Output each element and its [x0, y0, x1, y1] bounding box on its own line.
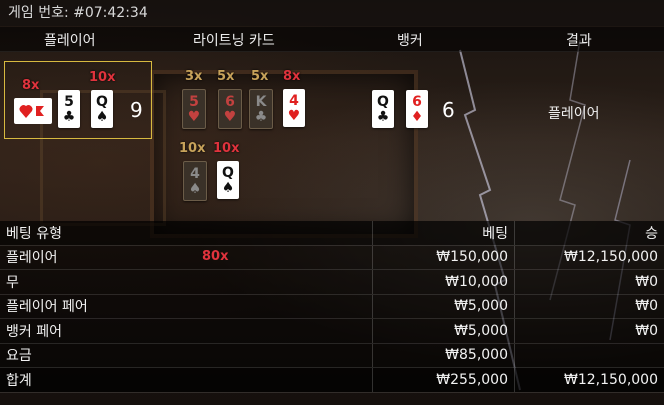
lightning-card-6: Q ♠: [217, 161, 239, 199]
row-bet: ₩5,000: [372, 318, 515, 344]
total-label: 합계: [0, 367, 373, 393]
column-player: 플레이어: [44, 33, 96, 49]
player-card-2-suit: ♣: [62, 108, 76, 125]
player-card-1: [14, 98, 52, 124]
table-row: 무 ₩10,000 ₩0: [0, 269, 664, 295]
row-win: ₩0: [514, 318, 664, 344]
lightning-card-3-multiplier: 5x: [251, 69, 269, 84]
lightning-card-2-rank: 6: [225, 93, 235, 110]
row-type: 플레이어: [0, 245, 373, 270]
column-banker: 뱅커: [397, 33, 423, 49]
table-row: 요금 ₩85,000: [0, 343, 664, 368]
table-row: 플레이어 페어 ₩5,000 ₩0: [0, 294, 664, 319]
heart-icon: [19, 105, 44, 118]
player-card-3: Q ♠: [91, 90, 113, 128]
lightning-card-3: K ♣: [249, 89, 273, 129]
lightning-card-3-suit: ♣: [254, 108, 268, 125]
banker-card-2-suit: ♦: [410, 108, 424, 125]
banker-score: 6: [442, 98, 455, 122]
table-row: 뱅커 페어 ₩5,000 ₩0: [0, 318, 664, 344]
row-bet: ₩150,000: [372, 245, 515, 270]
lightning-card-1: 5 ♥: [182, 89, 206, 129]
banker-card-2-rank: 6: [412, 93, 422, 110]
column-lightning-cards: 라이트닝 카드: [193, 33, 275, 49]
game-number: 게임 번호: #07:42:34: [8, 5, 148, 21]
row-bet: ₩10,000: [372, 269, 515, 295]
lightning-card-1-suit: ♥: [187, 108, 201, 125]
player-card-2-rank: 5: [64, 93, 74, 110]
player-card-3-multiplier: 10x: [89, 70, 116, 85]
player-card-2: 5 ♣: [58, 90, 80, 128]
banker-card-1-suit: ♣: [376, 108, 390, 125]
lightning-card-4-multiplier: 8x: [283, 69, 301, 84]
row-bet: ₩5,000: [372, 294, 515, 319]
row-win: ₩12,150,000: [514, 245, 664, 270]
row-win: [514, 343, 664, 368]
lightning-card-5-rank: 4: [190, 165, 200, 182]
lightning-card-5: 4 ♠: [183, 161, 207, 201]
header-bet: 베팅: [372, 221, 515, 246]
lightning-card-2: 6 ♥: [218, 89, 242, 129]
result-winner: 플레이어: [548, 106, 600, 122]
banker-card-2: 6 ♦: [406, 90, 428, 128]
lightning-card-3-rank: K: [255, 93, 267, 110]
table-row: 플레이어 ₩150,000 ₩12,150,000: [0, 245, 664, 270]
lightning-card-4: 4 ♥: [283, 89, 305, 127]
lightning-card-6-rank: Q: [222, 164, 234, 181]
bets-table: 베팅 유형 베팅 승 플레이어 ₩150,000 ₩12,150,000 무 ₩…: [0, 221, 664, 393]
lightning-card-4-rank: 4: [289, 92, 299, 109]
total-win: ₩12,150,000: [514, 367, 664, 393]
column-result: 결과: [566, 33, 592, 49]
header-bet-type: 베팅 유형: [0, 221, 373, 246]
top-bar: 게임 번호: #07:42:34: [0, 0, 664, 26]
player-card-3-suit: ♠: [95, 108, 109, 125]
banker-card-1-rank: Q: [377, 93, 389, 110]
player-card-3-rank: Q: [96, 93, 108, 110]
row-type: 뱅커 페어: [0, 318, 373, 344]
row-win: ₩0: [514, 294, 664, 319]
header-win: 승: [514, 221, 664, 246]
total-bet: ₩255,000: [372, 367, 515, 393]
banker-card-1: Q ♣: [372, 90, 394, 128]
row-win: ₩0: [514, 269, 664, 295]
lightning-card-5-multiplier: 10x: [179, 141, 206, 156]
lightning-card-2-multiplier: 5x: [217, 69, 235, 84]
player-score: 9: [130, 98, 143, 122]
lightning-card-1-rank: 5: [189, 93, 199, 110]
row-type: 요금: [0, 343, 373, 368]
lightning-card-2-suit: ♥: [223, 108, 237, 125]
row-type: 플레이어 페어: [0, 294, 373, 319]
lightning-card-5-suit: ♠: [188, 180, 202, 197]
lightning-card-4-suit: ♥: [287, 107, 301, 124]
row-type: 무: [0, 269, 373, 295]
bets-table-header: 베팅 유형 베팅 승: [0, 221, 664, 246]
lightning-card-6-suit: ♠: [221, 179, 235, 196]
table-row-total: 합계 ₩255,000 ₩12,150,000: [0, 367, 664, 393]
lightning-card-6-multiplier: 10x: [213, 141, 240, 156]
round-header: 플레이어 라이트닝 카드 뱅커 결과: [0, 27, 664, 52]
row-bet: ₩85,000: [372, 343, 515, 368]
player-card-1-multiplier: 8x: [22, 78, 40, 93]
player-bet-multiplier: 80x: [202, 249, 229, 264]
lightning-card-1-multiplier: 3x: [185, 69, 203, 84]
